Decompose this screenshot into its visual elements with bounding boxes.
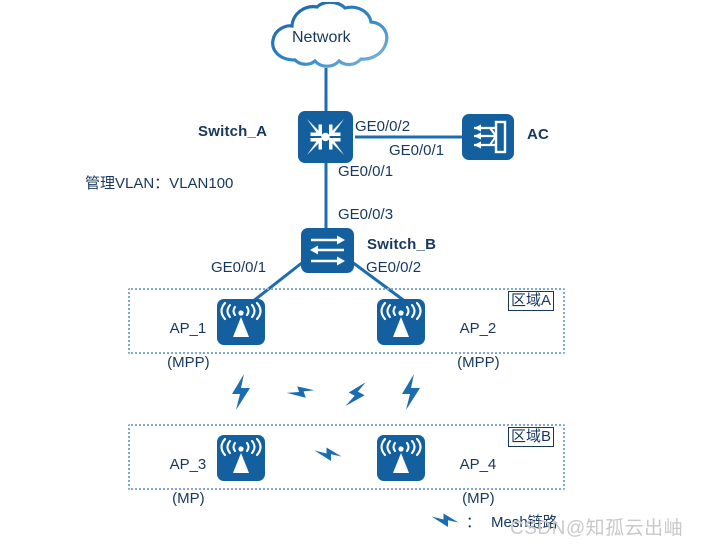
access-point-icon[interactable] xyxy=(217,299,265,345)
access-point-icon[interactable] xyxy=(217,435,265,481)
watermark: CSDN@知孤云出岫 xyxy=(510,518,684,539)
ap4-name: AP_4 xyxy=(459,456,497,473)
ap3-role: (MP) xyxy=(172,490,205,507)
ap2-name: AP_2 xyxy=(459,320,497,337)
lightning-bolt-icon xyxy=(398,372,426,412)
ac-label: AC xyxy=(527,126,550,143)
zone-b-label: 区域B xyxy=(508,427,555,447)
legend-separator: ： xyxy=(466,514,482,531)
ap1-name: AP_1 xyxy=(169,320,207,337)
switch-a-label: Switch_A xyxy=(198,123,268,140)
lightning-bolt-icon xyxy=(313,437,343,473)
lightning-bolt-icon xyxy=(281,371,321,415)
ap4-role: (MP) xyxy=(462,490,495,507)
access-point-icon[interactable] xyxy=(377,299,425,345)
network-topology-diagram: Network Switch_A AC GE0/0/2 GE0/0/1 GE0/… xyxy=(0,0,701,547)
management-vlan-label: 管理VLAN：VLAN100 xyxy=(85,175,234,192)
ap2-role: (MPP) xyxy=(457,354,500,371)
port-switcha-to-ac: GE0/0/2 xyxy=(355,118,411,135)
port-switcha-downlink: GE0/0/1 xyxy=(338,163,394,180)
switch-icon[interactable] xyxy=(301,228,354,273)
zone-a-label: 区域A xyxy=(508,291,555,311)
access-point-icon[interactable] xyxy=(377,435,425,481)
lightning-bolt-icon xyxy=(228,372,256,412)
ap1-label: AP_1 (MPP) xyxy=(146,303,214,388)
ap2-label: AP_2 (MPP) xyxy=(436,303,504,388)
lightning-bolt-icon xyxy=(334,372,380,418)
port-ac-to-switcha: GE0/0/1 xyxy=(389,142,445,159)
switch-b-label: Switch_B xyxy=(367,236,437,253)
port-switchb-to-ap2: GE0/0/2 xyxy=(366,259,422,276)
legend-lightning-bolt-icon xyxy=(430,504,460,538)
port-switchb-to-ap1: GE0/0/1 xyxy=(211,259,267,276)
cloud-label: Network xyxy=(292,29,351,46)
ap3-name: AP_3 xyxy=(169,456,207,473)
access-controller-icon[interactable] xyxy=(462,114,514,160)
router-icon[interactable] xyxy=(298,111,353,163)
ap3-label: AP_3 (MP) xyxy=(146,439,214,524)
ap1-role: (MPP) xyxy=(167,354,210,371)
port-switchb-uplink: GE0/0/3 xyxy=(338,206,394,223)
